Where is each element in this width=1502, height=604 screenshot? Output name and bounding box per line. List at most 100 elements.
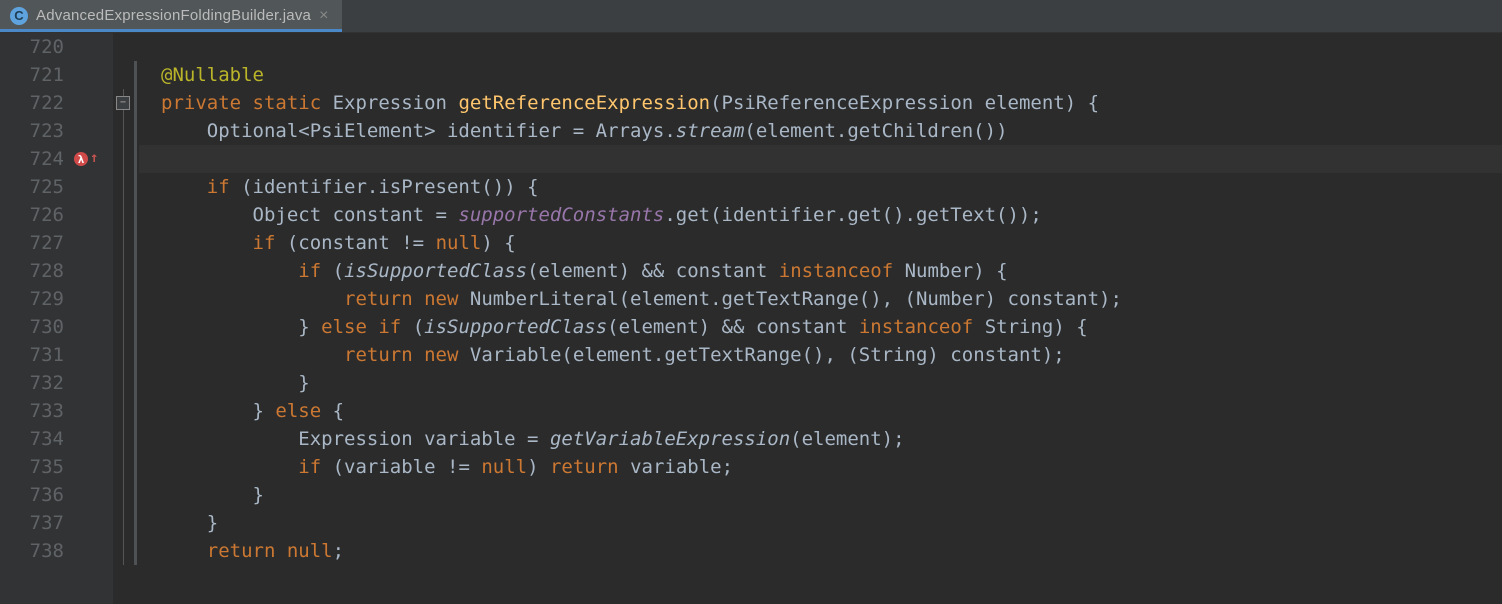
fold-cell[interactable] (113, 453, 133, 481)
gutter-row[interactable]: 726 (0, 201, 112, 229)
code-text: Number) { (905, 260, 1008, 282)
code-text: } (298, 316, 321, 338)
code-text: (variable != (333, 456, 482, 478)
code-text (161, 260, 298, 282)
fold-cell[interactable] (113, 369, 133, 397)
fold-cell[interactable] (113, 341, 133, 369)
gutter-row[interactable]: 734 (0, 425, 112, 453)
active-tab-indicator (0, 29, 342, 32)
code-text (161, 400, 253, 422)
fold-margin[interactable]: − (113, 33, 133, 604)
code-line[interactable]: Object constant = supportedConstants.get… (139, 201, 1502, 229)
code-line[interactable]: } (139, 481, 1502, 509)
code-text: (element) && constant (607, 316, 859, 338)
gutter-row[interactable]: 737 (0, 509, 112, 537)
fold-cell[interactable] (113, 201, 133, 229)
fold-cell[interactable] (113, 173, 133, 201)
line-number: 734 (0, 425, 70, 453)
code-line[interactable]: } else if (isSupportedClass(element) && … (139, 313, 1502, 341)
fold-cell[interactable] (113, 537, 133, 565)
code-area[interactable]: @Nullable private static Expression getR… (139, 33, 1502, 604)
gutter-row[interactable]: 723 (0, 117, 112, 145)
fold-toggle-icon[interactable]: − (116, 96, 130, 110)
gutter-row[interactable]: 722 (0, 89, 112, 117)
fold-cell[interactable] (113, 425, 133, 453)
gutter-row[interactable]: 725 (0, 173, 112, 201)
keyword: if (298, 260, 332, 282)
code-editor[interactable]: 720721722723724λ↑72572672772872973073173… (0, 33, 1502, 604)
code-line[interactable] (139, 33, 1502, 61)
fold-cell[interactable] (113, 117, 133, 145)
close-tab-icon[interactable]: × (319, 2, 328, 30)
code-text: } (207, 512, 218, 534)
code-text: Object constant = (161, 204, 458, 226)
fold-guide-line (123, 341, 124, 369)
code-line[interactable]: if (constant != null) { (139, 229, 1502, 257)
fold-cell[interactable] (113, 257, 133, 285)
gutter-row[interactable]: 736 (0, 481, 112, 509)
fold-guide-line (123, 537, 124, 565)
gutter-row[interactable]: 735 (0, 453, 112, 481)
code-text: (element) && constant (527, 260, 779, 282)
gutter-icons: λ↑ (70, 152, 112, 166)
code-line[interactable]: return null; (139, 537, 1502, 565)
code-text: ( (333, 260, 344, 282)
code-line[interactable]: if (isSupportedClass(element) && constan… (139, 257, 1502, 285)
code-text: (constant != (287, 232, 436, 254)
gutter-row[interactable]: 733 (0, 397, 112, 425)
keyword: instanceof (859, 316, 985, 338)
gutter-row[interactable]: 729 (0, 285, 112, 313)
keyword: instanceof (779, 260, 905, 282)
fold-cell[interactable] (113, 285, 133, 313)
fold-cell[interactable] (113, 313, 133, 341)
code-line[interactable]: return new Variable(element.getTextRange… (139, 341, 1502, 369)
code-text: (identifier.isPresent()) { (241, 176, 538, 198)
fold-cell[interactable]: − (113, 89, 133, 117)
keyword: if (253, 232, 287, 254)
keyword: null (436, 232, 482, 254)
static-call: getVariableExpression (550, 428, 790, 450)
gutter-row[interactable]: 728 (0, 257, 112, 285)
lambda-gutter-icon[interactable]: λ (74, 152, 88, 166)
fold-cell[interactable] (113, 229, 133, 257)
fold-cell[interactable] (113, 33, 133, 61)
code-text: Optional<PsiElement> identifier = Arrays… (161, 120, 676, 142)
line-number: 728 (0, 257, 70, 285)
line-number: 727 (0, 229, 70, 257)
gutter-row[interactable]: 720 (0, 33, 112, 61)
fold-cell[interactable] (113, 481, 133, 509)
code-line[interactable]: if (variable != null) return variable; (139, 453, 1502, 481)
fold-cell[interactable] (113, 509, 133, 537)
code-text: } (298, 372, 309, 394)
gutter-row[interactable]: 730 (0, 313, 112, 341)
code-line[interactable]: @Nullable (139, 61, 1502, 89)
fold-cell[interactable] (113, 397, 133, 425)
code-line[interactable]: private static Expression getReferenceEx… (139, 89, 1502, 117)
code-line[interactable]: Optional<PsiElement> identifier = Arrays… (139, 117, 1502, 145)
code-line[interactable]: } else { (139, 397, 1502, 425)
line-number: 735 (0, 453, 70, 481)
gutter-row[interactable]: 721 (0, 61, 112, 89)
gutter[interactable]: 720721722723724λ↑72572672772872973073173… (0, 33, 113, 604)
fold-guide-line (123, 173, 124, 201)
fold-cell[interactable] (113, 145, 133, 173)
code-line[interactable]: return new NumberLiteral(element.getText… (139, 285, 1502, 313)
fold-cell[interactable] (113, 61, 133, 89)
line-number: 726 (0, 201, 70, 229)
gutter-row[interactable]: 731 (0, 341, 112, 369)
gutter-row[interactable]: 738 (0, 537, 112, 565)
code-text (161, 484, 253, 506)
gutter-row[interactable]: 727 (0, 229, 112, 257)
gutter-row[interactable]: 724λ↑ (0, 145, 112, 173)
fold-guide-line (123, 425, 124, 453)
code-line[interactable]: } (139, 509, 1502, 537)
line-number: 733 (0, 397, 70, 425)
editor-tab[interactable]: C AdvancedExpressionFoldingBuilder.java … (0, 0, 343, 32)
code-line[interactable]: Expression variable = getVariableExpress… (139, 425, 1502, 453)
code-line[interactable]: if (identifier.isPresent()) { (139, 173, 1502, 201)
line-number: 722 (0, 89, 70, 117)
code-line[interactable]: } (139, 369, 1502, 397)
fold-guide-line (123, 397, 124, 425)
code-text (161, 232, 253, 254)
gutter-row[interactable]: 732 (0, 369, 112, 397)
